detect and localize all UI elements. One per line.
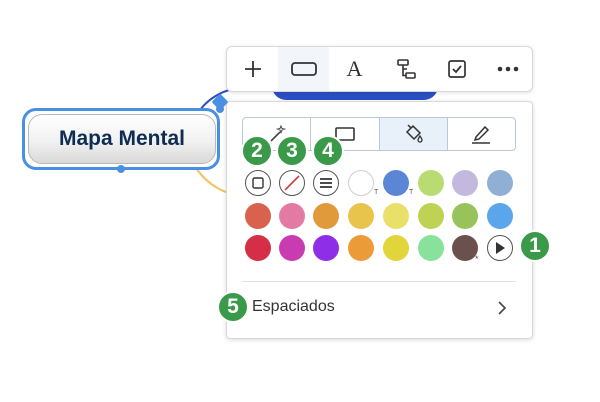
rectangle-icon [290, 62, 317, 76]
color-swatch[interactable] [279, 235, 305, 261]
color-swatch[interactable] [245, 235, 271, 261]
tab-fill[interactable] [379, 118, 448, 150]
color-swatch[interactable] [348, 235, 374, 261]
color-swatch[interactable] [383, 170, 409, 196]
annotation-badge-5: 5 [217, 291, 249, 323]
toolbar-more-button[interactable] [482, 47, 533, 91]
no-fill-button[interactable] [279, 170, 305, 196]
toolbar-text-button[interactable]: A [329, 47, 380, 91]
annotation-badge-3: 3 [276, 135, 308, 167]
color-swatch[interactable] [313, 235, 339, 261]
more-icon [497, 66, 518, 72]
annotation-badge-2: 2 [241, 135, 273, 167]
central-topic-label: Mapa Mental [58, 127, 186, 150]
color-swatch[interactable] [418, 235, 444, 261]
color-swatch[interactable] [452, 203, 478, 229]
paint-bucket-icon [406, 124, 423, 143]
structure-icon [396, 59, 416, 79]
tab-border[interactable] [448, 118, 515, 150]
chevron-right-icon[interactable] [494, 298, 510, 318]
color-swatch[interactable] [487, 170, 513, 196]
more-colors-button[interactable] [487, 235, 513, 261]
color-swatch[interactable] [245, 203, 271, 229]
spacing-label[interactable]: Espaciados [252, 298, 335, 316]
floating-toolbar: A [226, 46, 533, 92]
annotation-badge-1: 1 [519, 230, 551, 262]
toolbar-add-button[interactable] [227, 47, 278, 91]
panel-divider [242, 281, 516, 282]
checkbox-icon [447, 60, 466, 78]
color-swatch[interactable] [418, 203, 444, 229]
toolbar-task-button[interactable] [431, 47, 482, 91]
square-outline-icon [252, 177, 264, 189]
color-swatch[interactable] [313, 203, 339, 229]
toolbar-shape-button[interactable] [278, 47, 329, 91]
central-topic[interactable]: Mapa Mental [28, 114, 216, 164]
node-handle-bottom[interactable] [117, 165, 125, 173]
pen-icon [472, 125, 491, 144]
swatch-mark: * [475, 254, 479, 264]
swatch-mark: T [409, 189, 414, 196]
color-swatch[interactable] [452, 170, 478, 196]
annotation-badge-4: 4 [312, 135, 344, 167]
color-swatch-white[interactable] [348, 170, 374, 196]
no-color-icon [284, 175, 300, 191]
color-swatch[interactable] [383, 203, 409, 229]
color-swatch[interactable] [418, 170, 444, 196]
swatch-mark: T [374, 189, 379, 196]
toolbar-structure-button[interactable] [380, 47, 431, 91]
text-format-icon: A [346, 56, 363, 81]
border-style-button[interactable] [245, 170, 271, 196]
color-swatch[interactable] [348, 203, 374, 229]
play-icon [496, 242, 505, 254]
color-swatch[interactable] [487, 203, 513, 229]
color-swatch[interactable] [383, 235, 409, 261]
color-swatch[interactable] [279, 203, 305, 229]
plus-icon [244, 61, 261, 77]
lines-icon [320, 178, 332, 188]
line-style-button[interactable] [313, 170, 339, 196]
